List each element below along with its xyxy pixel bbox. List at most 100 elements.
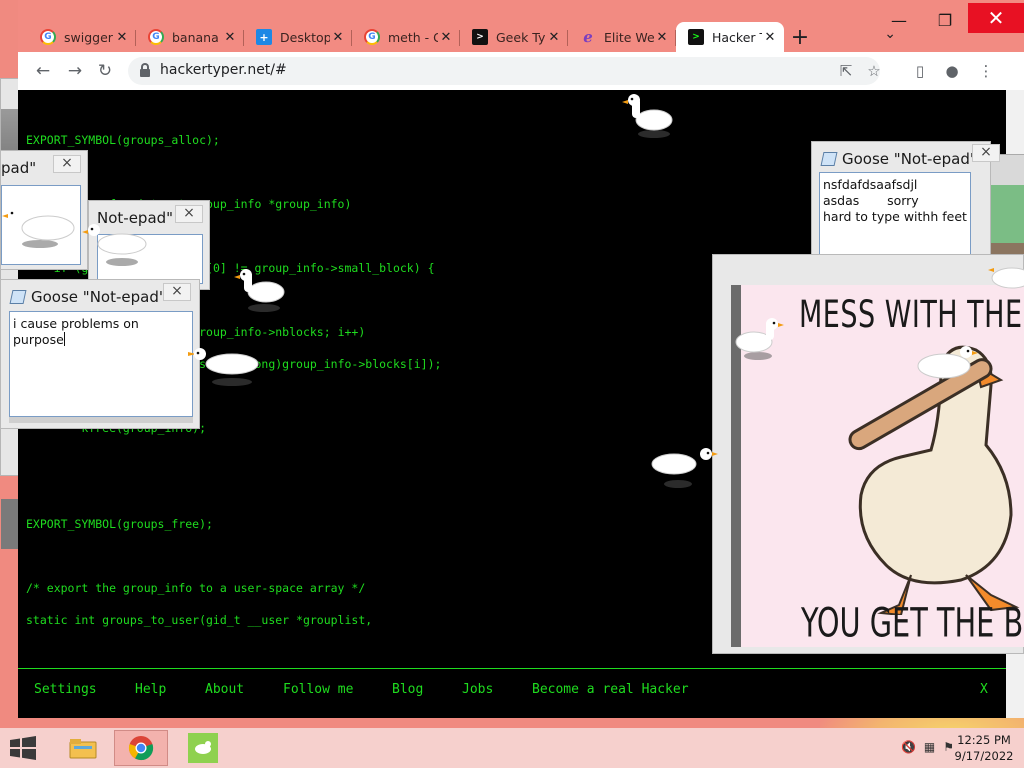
system-tray: 🔇 ▦ ⚑ [901,740,954,754]
meme-window: MESS WITH THE YOU GET THE BONK [712,254,1024,654]
profile-avatar-icon[interactable]: ● [942,61,962,81]
notepad-icon [9,289,25,303]
notepad-line: hard to type withh feet [823,209,967,224]
tab-label: meth - G [388,29,438,45]
code-line: EXPORT_SYMBOL(groups_free); [26,517,213,531]
taskbar-goose-app[interactable] [176,730,230,766]
forward-arrow-icon[interactable]: → [64,60,86,82]
footer-link-jobs[interactable]: Jobs [462,682,493,697]
url-text: hackertyper.net/# [160,62,287,78]
taskbar: 🔇 ▦ ⚑ 12:25 PM 9/17/2022 [0,728,1024,768]
footer-link-blog[interactable]: Blog [392,682,423,697]
tab-close-icon[interactable]: ✕ [438,30,454,45]
window-title: Goose "Not-epad" [9,288,166,306]
share-icon[interactable]: ⇱ [836,61,856,81]
code-line: EXPORT_SYMBOL(groups_alloc); [26,133,220,147]
tab-close-icon[interactable]: ✕ [114,30,130,45]
folder-icon [69,739,97,759]
elite-icon: ℯ [583,28,593,46]
notepad-window-main: Goose "Not-epad" × i cause problems on p… [0,279,200,429]
notepad-window-right: Goose "Not-epad" × nsfdafdsaafsdjl asdas… [811,141,1000,261]
notepad-text: i cause problems on purpose [13,316,139,347]
notepad-text-area[interactable]: i cause problems on purpose [9,311,193,417]
tab-banana[interactable]: G banana ✕ [136,22,244,52]
tab-swigger[interactable]: G swigger ✕ [28,22,136,52]
close-icon[interactable]: × [163,283,191,301]
chrome-icon [128,736,154,761]
tab-label: Elite We [604,29,654,45]
taskbar-clock[interactable]: 12:25 PM 9/17/2022 [952,732,1016,764]
window-title: Goose "Not-epad" [820,150,977,168]
window-controls: — ❐ ✕ [876,0,1024,40]
tab-geek-typer[interactable]: > Geek Ty ✕ [460,22,568,52]
code-line: /* export the group_info to a user-space… [26,581,366,595]
desktop-app-icon: + [256,29,272,45]
tab-close-icon[interactable]: ✕ [654,30,670,45]
footer-link-about[interactable]: About [205,682,244,697]
google-g-icon: G [148,29,164,45]
tab-label: Desktop [280,29,330,45]
tab-label: swigger [64,29,113,45]
footer-link-follow-me[interactable]: Follow me [283,682,353,697]
back-arrow-icon[interactable]: ← [32,60,54,82]
notepad-text-area[interactable]: nsfdafdsaafsdjl asdas sorry hard to type… [819,172,971,256]
taskbar-chrome[interactable] [114,730,168,766]
terminal-icon: > [472,29,488,45]
footer-link-become-hacker[interactable]: Become a real Hacker [532,682,689,697]
minimize-button[interactable]: — [876,0,922,40]
browser-toolbar: ← → ↻ hackertyper.net/# ⇱ ☆ ▯ ● ⋮ [18,52,1024,90]
tab-meth[interactable]: G meth - G ✕ [352,22,460,52]
meme-bottom-text: YOU GET THE BONK [801,599,1024,647]
window-title: pad" [1,159,37,177]
tab-hacker-typer[interactable]: > Hacker T ✕ [676,22,784,52]
clock-time: 12:25 PM [957,733,1011,747]
network-icon[interactable]: ▦ [924,740,935,754]
new-tab-button[interactable]: + [784,22,816,52]
tab-desktop[interactable]: + Desktop ✕ [244,22,352,52]
goose-sprite[interactable] [988,258,1024,304]
tab-elite[interactable]: ℯ Elite We ✕ [568,22,676,52]
page-footer: Settings Help About Follow me Blog Jobs … [18,668,1006,708]
code-line: static int groups_to_user(gid_t __user *… [26,613,373,627]
goose-sprite[interactable] [186,342,262,388]
goose-sprite[interactable] [620,92,676,138]
menu-kebab-icon[interactable]: ⋮ [976,61,996,81]
notepad-icon [820,151,836,165]
volume-muted-icon[interactable]: 🔇 [901,740,916,754]
goose-sprite[interactable] [232,268,288,314]
close-icon[interactable]: × [175,205,203,223]
close-icon[interactable]: × [53,155,81,173]
windows-start-icon[interactable] [8,736,38,760]
bookmark-star-icon[interactable]: ☆ [864,61,884,81]
tab-label: Geek Ty [496,29,546,45]
tab-strip: G swigger ✕ G banana ✕ + Desktop ✕ G met… [28,22,816,52]
maximize-button[interactable]: ❐ [922,0,968,40]
notepad-line: nsfdafdsaafsdjl [823,177,918,192]
footer-link-settings[interactable]: Settings [34,682,97,697]
goose-sprite[interactable] [732,316,788,362]
close-icon[interactable]: × [972,144,1000,162]
tab-label: Hacker T [712,29,762,45]
tab-close-icon[interactable]: ✕ [762,30,778,45]
window-close-button[interactable]: ✕ [968,3,1024,33]
goose-sprite[interactable] [82,222,152,268]
tab-label: banana [172,29,219,45]
tab-close-icon[interactable]: ✕ [222,30,238,45]
goose-sprite[interactable] [650,444,720,490]
notepad-line: asdas sorry [823,193,919,208]
footer-link-help[interactable]: Help [135,682,166,697]
notepad-statusbar [9,417,193,423]
tab-close-icon[interactable]: ✕ [546,30,562,45]
google-g-icon: G [364,29,380,45]
goose-sprite[interactable] [0,204,78,250]
google-g-icon: G [40,29,56,45]
goose-app-icon [188,733,218,763]
taskbar-file-explorer[interactable] [56,730,110,766]
address-bar[interactable]: hackertyper.net/# ⇱ ☆ [128,57,881,85]
footer-close-button[interactable]: X [980,682,988,697]
reload-icon[interactable]: ↻ [94,60,116,82]
side-panel-icon[interactable]: ▯ [910,61,930,81]
tab-close-icon[interactable]: ✕ [330,30,346,45]
lock-icon [140,63,150,77]
goose-sprite[interactable] [910,344,978,390]
